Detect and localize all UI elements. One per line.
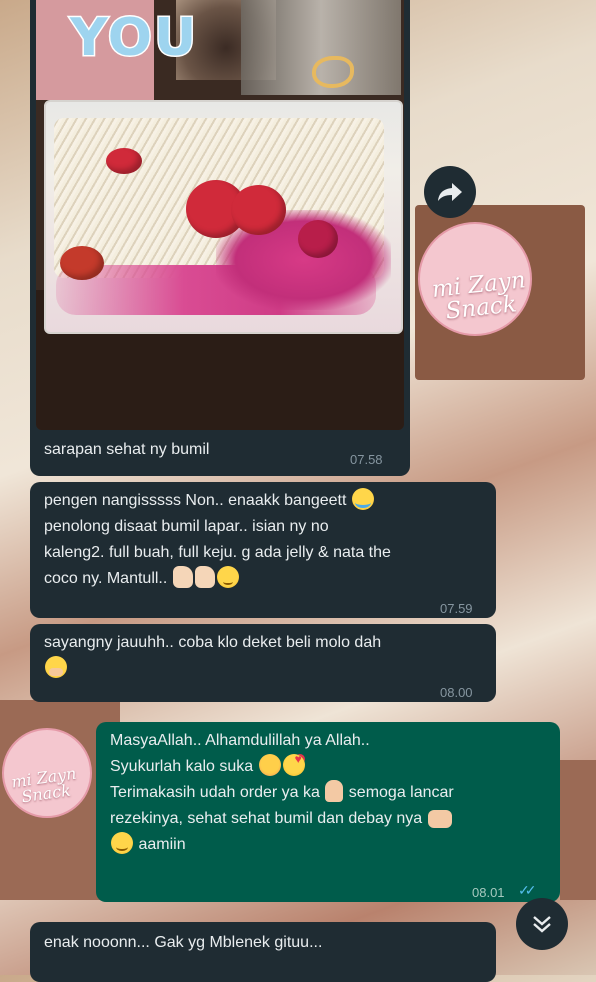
message-line: coco ny. Mantull.. xyxy=(44,570,168,587)
chevron-down-icon xyxy=(533,916,551,933)
outgoing-message[interactable]: MasyaAllah.. Alhamdulillah ya Allah.. Sy… xyxy=(96,722,560,902)
forward-icon xyxy=(438,183,462,201)
message-line: kaleng2. full buah, full keju. g ada jel… xyxy=(44,544,391,561)
loudly-crying-face-emoji xyxy=(351,488,374,510)
read-receipt-icon: ✓✓ xyxy=(518,882,537,898)
folded-hands-emoji xyxy=(325,780,344,802)
message-time: 07.59 xyxy=(440,601,473,616)
message-line: Syukurlah kalo suka xyxy=(110,758,254,775)
message-line: enak nooonn... Gak yg Mblenek gituu... xyxy=(44,934,323,951)
message-time: 08.00 xyxy=(440,685,473,700)
relieved-face-emoji xyxy=(216,566,239,588)
product-package-bg-right xyxy=(560,760,596,900)
message-time: 07.58 xyxy=(350,452,383,467)
message-line: penolong disaat bumil lapar.. isian ny n… xyxy=(44,518,329,535)
thumbs-up-emoji xyxy=(172,566,193,588)
thumbs-up-emoji xyxy=(194,566,215,588)
image-caption: sarapan sehat ny bumil xyxy=(44,441,210,458)
scroll-down-button[interactable] xyxy=(516,898,568,950)
you-sticker: YOU xyxy=(68,7,199,70)
message-line: rezekinya, sehat sehat bumil dan debay n… xyxy=(110,810,423,827)
message-line: Terimakasih udah order ya ka xyxy=(110,784,320,801)
palms-up-together-emoji xyxy=(427,810,452,828)
message-line: aamiin xyxy=(138,836,186,853)
message-line: pengen nangisssss Non.. enaakk bangeett xyxy=(44,492,347,509)
message-line: sayangny jauuhh.. coba klo deket beli mo… xyxy=(44,634,382,651)
ring-sticker xyxy=(312,56,354,88)
face-with-hand-over-mouth-emoji xyxy=(45,656,67,678)
message-time: 08.01 xyxy=(472,885,505,900)
incoming-message[interactable]: enak nooonn... Gak yg Mblenek gituu... xyxy=(30,922,496,982)
message-line: MasyaAllah.. Alhamdulillah ya Allah.. xyxy=(110,732,370,749)
forward-button[interactable] xyxy=(424,166,476,218)
flushed-face-emoji xyxy=(258,754,281,776)
smiling-face-emoji xyxy=(111,832,133,854)
incoming-message[interactable]: sayangny jauuhh.. coba klo deket beli mo… xyxy=(30,624,496,702)
smiling-face-with-hearts-emoji xyxy=(282,746,305,776)
incoming-message[interactable]: pengen nangisssss Non.. enaakk bangeett … xyxy=(30,482,496,618)
message-line: semoga lancar xyxy=(348,784,454,801)
